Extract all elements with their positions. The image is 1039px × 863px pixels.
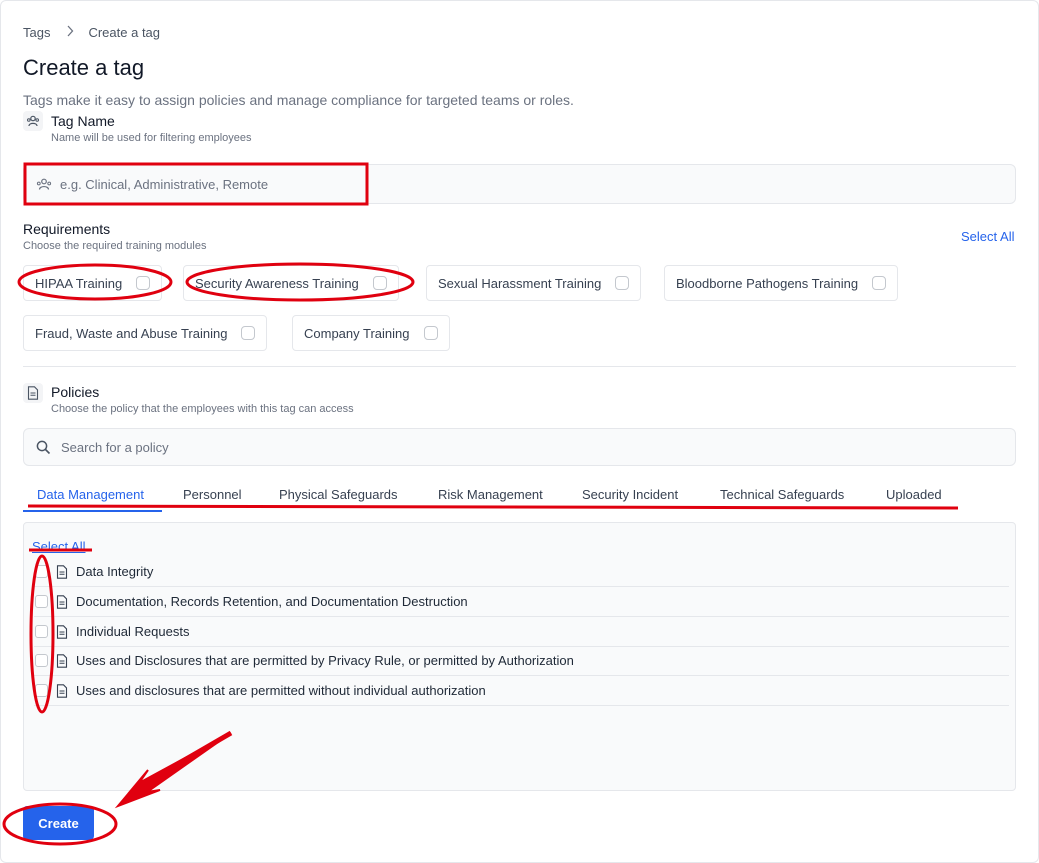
module-chip[interactable]: HIPAA Training xyxy=(23,265,163,301)
module-checkbox[interactable] xyxy=(136,276,151,290)
document-icon xyxy=(56,624,68,639)
module-label: HIPAA Training xyxy=(35,275,123,291)
page-subtitle: Tags make it easy to assign policies and… xyxy=(23,92,574,108)
policy-row[interactable]: Data Integrity xyxy=(34,557,1009,587)
module-chip[interactable]: Sexual Harassment Training xyxy=(426,265,642,301)
active-tab-indicator xyxy=(23,510,162,512)
module-checkbox[interactable] xyxy=(872,276,887,290)
search-icon xyxy=(36,440,51,455)
policy-label: Individual Requests xyxy=(76,624,190,639)
tab-physical-safeguards[interactable]: Physical Safeguards xyxy=(279,487,398,502)
policy-checkbox[interactable] xyxy=(35,595,48,608)
breadcrumb-current: Create a tag xyxy=(88,25,161,40)
page-title: Create a tag xyxy=(23,55,145,80)
module-label: Security Awareness Training xyxy=(195,275,359,291)
section-divider xyxy=(23,366,1016,367)
policy-row[interactable]: Uses and Disclosures that are permitted … xyxy=(34,646,1009,676)
module-checkbox[interactable] xyxy=(241,326,256,340)
document-icon xyxy=(56,564,68,579)
policy-label: Documentation, Records Retention, and Do… xyxy=(76,594,468,609)
requirements-select-all-link[interactable]: Select All xyxy=(961,229,1014,244)
chevron-right-icon xyxy=(66,25,74,40)
tab-technical-safeguards[interactable]: Technical Safeguards xyxy=(720,487,844,502)
tab-security-incident[interactable]: Security Incident xyxy=(582,487,678,502)
policy-label: Data Integrity xyxy=(76,564,154,579)
requirements-description: Choose the required training modules xyxy=(23,240,207,252)
tag-name-description: Name will be used for filtering employee… xyxy=(51,132,252,144)
module-chip[interactable]: Company Training xyxy=(292,315,450,351)
document-icon xyxy=(23,383,43,403)
breadcrumb-tags-link[interactable]: Tags xyxy=(23,25,50,40)
policy-category-tabs: Data Management Personnel Physical Safeg… xyxy=(23,484,1016,512)
tab-data-management[interactable]: Data Management xyxy=(37,487,144,502)
policy-label: Uses and disclosures that are permitted … xyxy=(76,683,486,698)
document-icon xyxy=(56,683,68,698)
policies-title: Policies xyxy=(51,384,100,400)
policies-description: Choose the policy that the employees wit… xyxy=(51,403,354,415)
users-icon xyxy=(23,111,43,131)
policy-row[interactable]: Uses and disclosures that are permitted … xyxy=(34,676,1009,706)
document-icon xyxy=(56,653,68,668)
module-label: Sexual Harassment Training xyxy=(438,275,602,291)
policy-search-input[interactable]: Search for a policy xyxy=(23,428,1016,466)
document-icon xyxy=(56,594,68,609)
requirements-title: Requirements xyxy=(23,221,111,237)
module-label: Bloodborne Pathogens Training xyxy=(676,275,859,291)
policy-list-panel: Select All Data Integrity Documentation,… xyxy=(23,522,1016,791)
module-chip[interactable]: Security Awareness Training xyxy=(183,265,399,301)
module-checkbox[interactable] xyxy=(615,276,630,290)
policy-checkbox[interactable] xyxy=(35,625,48,638)
tag-name-placeholder: e.g. Clinical, Administrative, Remote xyxy=(60,176,269,192)
module-chip[interactable]: Bloodborne Pathogens Training xyxy=(664,265,899,301)
tab-uploaded[interactable]: Uploaded xyxy=(886,487,942,502)
module-checkbox[interactable] xyxy=(423,326,438,340)
create-button[interactable]: Create xyxy=(23,806,94,840)
breadcrumb: Tags Create a tag xyxy=(23,25,160,40)
tab-risk-management[interactable]: Risk Management xyxy=(438,487,543,502)
policy-row[interactable]: Individual Requests xyxy=(34,617,1009,647)
policy-label: Uses and Disclosures that are permitted … xyxy=(76,653,574,668)
module-chip[interactable]: Fraud, Waste and Abuse Training xyxy=(23,315,268,351)
users-icon xyxy=(36,177,52,191)
tag-name-title: Tag Name xyxy=(51,113,115,129)
tab-personnel[interactable]: Personnel xyxy=(183,487,242,502)
policy-search-placeholder: Search for a policy xyxy=(61,439,169,455)
module-checkbox[interactable] xyxy=(372,276,387,290)
module-label: Fraud, Waste and Abuse Training xyxy=(35,325,228,341)
policy-row[interactable]: Documentation, Records Retention, and Do… xyxy=(34,587,1009,617)
module-label: Company Training xyxy=(304,325,410,341)
tag-name-input[interactable]: e.g. Clinical, Administrative, Remote xyxy=(23,164,1016,204)
policy-checkbox[interactable] xyxy=(35,565,48,578)
policy-checkbox[interactable] xyxy=(35,654,48,667)
policies-select-all-link[interactable]: Select All xyxy=(32,539,85,554)
policy-checkbox[interactable] xyxy=(35,684,48,697)
